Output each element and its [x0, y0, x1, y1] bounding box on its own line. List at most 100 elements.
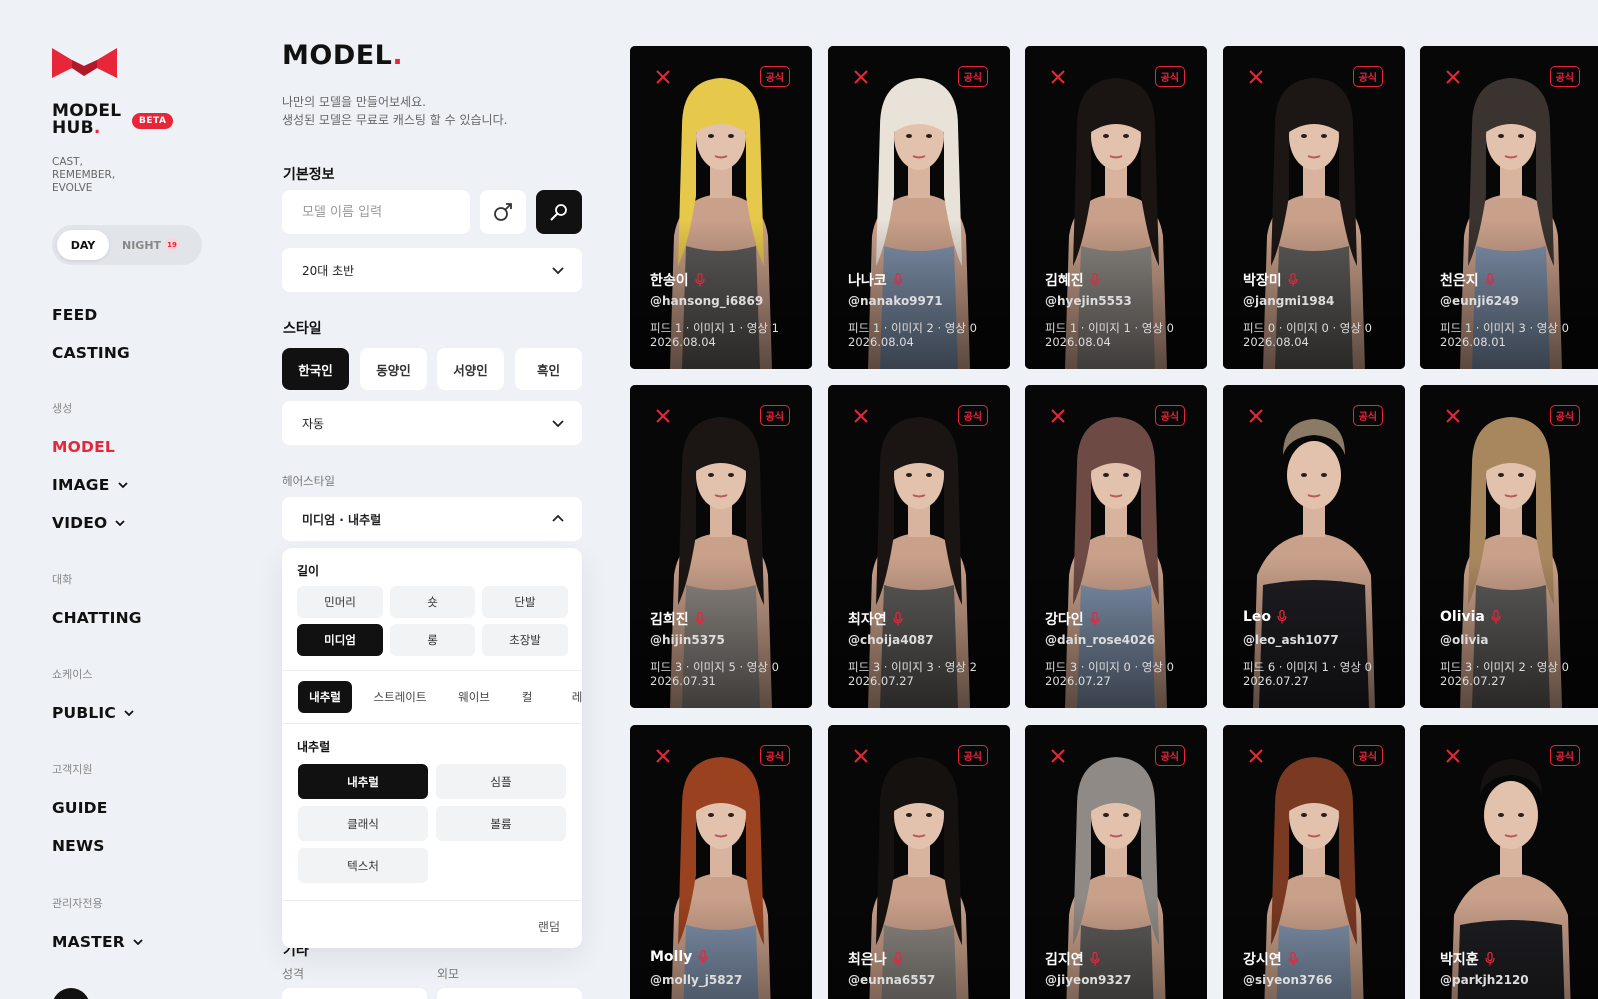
- theme-night-button[interactable]: NIGHT 19: [122, 230, 180, 260]
- model-stats: 피드 3 · 이미지 2 · 영상 0: [1440, 660, 1569, 674]
- microphone-icon[interactable]: [1090, 273, 1100, 287]
- appearance-select[interactable]: [437, 988, 582, 999]
- model-name-input[interactable]: [282, 190, 470, 234]
- type-tab-wave[interactable]: 웨이브: [446, 681, 502, 713]
- close-icon[interactable]: [1051, 749, 1065, 763]
- model-card[interactable]: 공식 김혜진 @hyejin5553 피드 1 · 이미지 1 · 영상 0 2026.…: [1025, 46, 1207, 369]
- nav-section-admin: 관리자전용: [52, 897, 103, 910]
- nav-guide[interactable]: GUIDE: [52, 799, 108, 817]
- gender-toggle-button[interactable]: [480, 190, 526, 234]
- model-date: 2026.08.04: [1243, 335, 1309, 349]
- microphone-icon[interactable]: [1288, 952, 1298, 966]
- close-icon[interactable]: [1446, 409, 1460, 423]
- microphone-icon[interactable]: [1485, 273, 1495, 287]
- model-card[interactable]: 공식 최자연 @choija4087 피드 3 · 이미지 3 · 영상 2 2026.…: [828, 385, 1010, 708]
- close-icon[interactable]: [1249, 70, 1263, 84]
- model-card[interactable]: 공식 나나코 @nanako9971 피드 1 · 이미지 2 · 영상 0 2026.…: [828, 46, 1010, 369]
- type-tab-more[interactable]: 레: [562, 681, 582, 713]
- user-avatar[interactable]: [52, 988, 90, 999]
- modelhub-logo[interactable]: [52, 46, 117, 82]
- official-badge: 공식: [759, 66, 790, 87]
- length-chip-long[interactable]: 롱: [390, 624, 475, 656]
- nav-news[interactable]: NEWS: [52, 837, 105, 855]
- style-western-button[interactable]: 서양인: [437, 348, 504, 390]
- model-card[interactable]: 공식 Leo @leo_ash1077 피드 6 · 이미지 1 · 영상 0 2026…: [1223, 385, 1405, 708]
- microphone-icon[interactable]: [698, 950, 708, 964]
- microphone-icon[interactable]: [893, 273, 903, 287]
- nav-video[interactable]: VIDEO: [52, 514, 126, 532]
- model-card[interactable]: 공식 천은지 @eunji6249 피드 1 · 이미지 3 · 영상 0 2026.0…: [1420, 46, 1598, 369]
- nav-image[interactable]: IMAGE: [52, 476, 128, 494]
- official-badge: 공식: [1352, 405, 1383, 426]
- length-chip-bald[interactable]: 민머리: [297, 586, 383, 618]
- theme-day-button[interactable]: DAY: [57, 230, 109, 260]
- close-icon[interactable]: [854, 409, 868, 423]
- close-icon[interactable]: [656, 749, 670, 763]
- beta-badge: BETA: [132, 113, 174, 129]
- microphone-icon[interactable]: [1491, 610, 1501, 624]
- model-handle: @eunji6249: [1440, 294, 1519, 308]
- model-card[interactable]: 공식 박장미 @jangmi1984 피드 0 · 이미지 0 · 영상 0 2026.…: [1223, 46, 1405, 369]
- nav-master[interactable]: MASTER: [52, 933, 143, 951]
- close-icon[interactable]: [1446, 70, 1460, 84]
- nav-model[interactable]: MODEL: [52, 438, 115, 456]
- nav-public[interactable]: PUBLIC: [52, 704, 134, 722]
- microphone-icon[interactable]: [893, 612, 903, 626]
- style-asian-button[interactable]: 동양인: [360, 348, 427, 390]
- microphone-icon[interactable]: [893, 952, 903, 966]
- microphone-icon[interactable]: [1288, 273, 1298, 287]
- microphone-icon[interactable]: [695, 612, 705, 626]
- model-card[interactable]: 공식 한송이 @hansong_i6869 피드 1 · 이미지 1 · 영상 1 20…: [630, 46, 812, 369]
- subtype-chip-simple[interactable]: 심플: [436, 764, 566, 799]
- style-black-button[interactable]: 흑인: [515, 348, 582, 390]
- model-stats: 피드 1 · 이미지 1 · 영상 0: [1045, 321, 1174, 335]
- close-icon[interactable]: [1446, 749, 1460, 763]
- age-select[interactable]: 20대 초반: [282, 248, 582, 292]
- microphone-icon[interactable]: [1090, 612, 1100, 626]
- hairstyle-select[interactable]: 미디엄 · 내추럴: [282, 497, 582, 541]
- style-korean-button[interactable]: 한국인: [282, 348, 349, 390]
- theme-toggle[interactable]: DAY NIGHT 19: [52, 225, 202, 265]
- close-icon[interactable]: [1051, 409, 1065, 423]
- microphone-icon[interactable]: [1277, 610, 1287, 624]
- model-stats: 피드 3 · 이미지 0 · 영상 0: [1045, 660, 1174, 674]
- model-card[interactable]: 공식 강다인 @dain_rose4026 피드 3 · 이미지 0 · 영상 0 20…: [1025, 385, 1207, 708]
- close-icon[interactable]: [1249, 749, 1263, 763]
- nav-chatting[interactable]: CHATTING: [52, 609, 142, 627]
- length-chip-bob[interactable]: 단발: [482, 586, 568, 618]
- model-card[interactable]: 공식 김희진 @hijin5375 피드 3 · 이미지 5 · 영상 0 2026.0…: [630, 385, 812, 708]
- model-card[interactable]: 공식 박지훈 @parkjh2120: [1420, 725, 1598, 999]
- close-icon[interactable]: [1051, 70, 1065, 84]
- microphone-icon[interactable]: [695, 273, 705, 287]
- subtype-chip-texture[interactable]: 텍스처: [298, 848, 428, 883]
- model-card[interactable]: 공식 Molly @molly_j5827: [630, 725, 812, 999]
- nav-feed[interactable]: FEED: [52, 306, 97, 324]
- close-icon[interactable]: [1249, 409, 1263, 423]
- model-card[interactable]: 공식 김지연 @jiyeon9327: [1025, 725, 1207, 999]
- length-chip-extra-long[interactable]: 초장발: [482, 624, 568, 656]
- model-card[interactable]: 공식 최은나 @eunna6557: [828, 725, 1010, 999]
- close-icon[interactable]: [854, 749, 868, 763]
- model-card[interactable]: 공식 강시연 @siyeon3766: [1223, 725, 1405, 999]
- nav-casting[interactable]: CASTING: [52, 344, 130, 362]
- subtype-chip-natural[interactable]: 내추럴: [298, 764, 428, 799]
- close-icon[interactable]: [656, 409, 670, 423]
- type-tab-natural[interactable]: 내추럴: [298, 681, 352, 713]
- personality-select[interactable]: [282, 988, 427, 999]
- official-badge: 공식: [957, 66, 988, 87]
- subtype-chip-classic[interactable]: 클래식: [298, 806, 428, 841]
- random-button[interactable]: 랜덤: [538, 918, 560, 935]
- type-tab-straight[interactable]: 스트레이트: [364, 681, 436, 713]
- length-chip-short[interactable]: 숏: [390, 586, 475, 618]
- model-handle: @jiyeon9327: [1045, 973, 1132, 987]
- style-detail-select[interactable]: 자동: [282, 401, 582, 445]
- microphone-icon[interactable]: [1485, 952, 1495, 966]
- subtype-chip-volume[interactable]: 볼륨: [436, 806, 566, 841]
- type-tab-curl[interactable]: 컬: [512, 681, 542, 713]
- length-chip-medium[interactable]: 미디엄: [297, 624, 383, 656]
- generate-button[interactable]: [536, 190, 582, 234]
- close-icon[interactable]: [854, 70, 868, 84]
- microphone-icon[interactable]: [1090, 952, 1100, 966]
- close-icon[interactable]: [656, 70, 670, 84]
- model-card[interactable]: 공식 Olivia @olivia 피드 3 · 이미지 2 · 영상 0 2026.0…: [1420, 385, 1598, 708]
